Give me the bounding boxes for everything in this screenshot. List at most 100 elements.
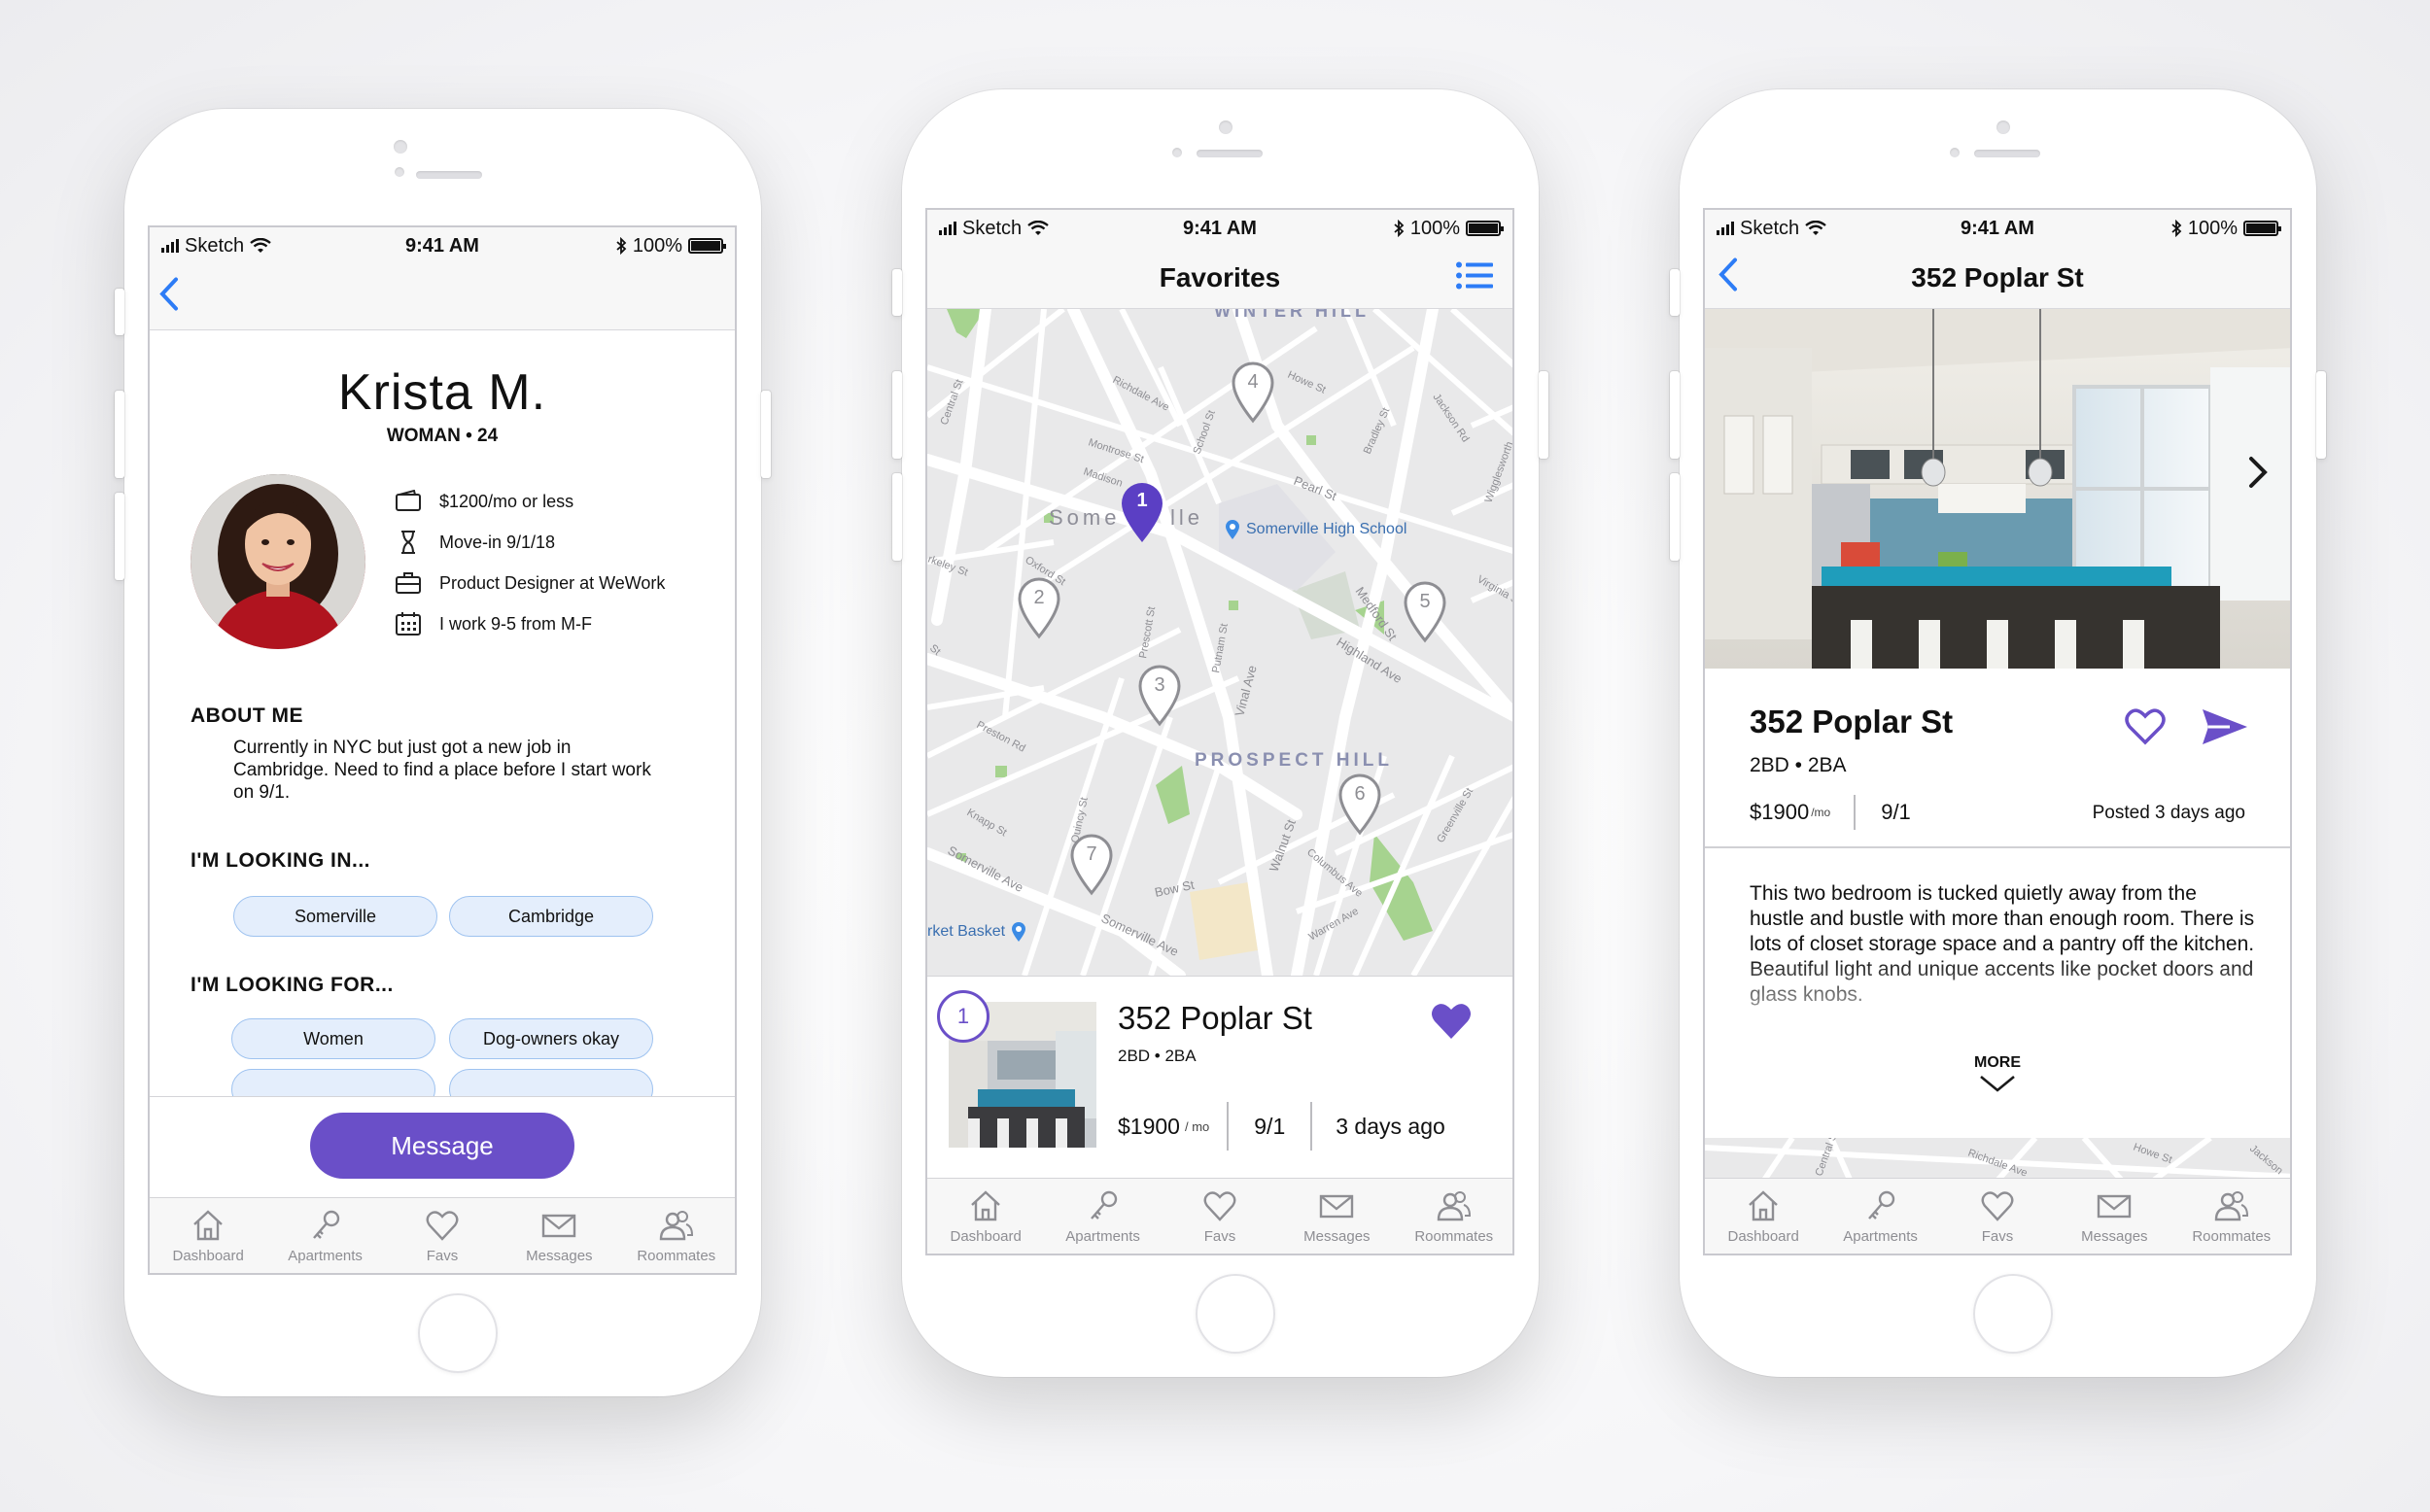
calendar-icon <box>396 612 421 636</box>
earpiece-speaker <box>1974 150 2040 157</box>
chip-dog-owners[interactable]: Dog-owners okay <box>449 1018 653 1059</box>
map-pin-6[interactable]: 6 <box>1336 773 1383 836</box>
home-button[interactable] <box>1196 1274 1275 1354</box>
map-pin-2[interactable]: 2 <box>1016 577 1062 639</box>
favorite-button[interactable] <box>1429 1000 1474 1046</box>
tab-favs[interactable]: Favs <box>389 1207 496 1264</box>
status-time: 9:41 AM <box>405 234 479 257</box>
tab-apartments[interactable]: Apartments <box>1827 1187 1934 1245</box>
page-title: Favorites <box>1159 261 1281 292</box>
phone-favorites: Sketch 9:41 AM 100% Favorites Central St… <box>892 89 1548 1377</box>
poi-market-basket[interactable]: rket Basket <box>927 921 1026 943</box>
listing-divider <box>1854 795 1857 830</box>
signal-icon <box>161 239 179 253</box>
pin-2-label: 2 <box>1033 587 1045 608</box>
tab-messages[interactable]: Messages <box>1283 1187 1390 1245</box>
tab-favs[interactable]: Favs <box>1166 1187 1273 1245</box>
volume-down-button <box>115 493 124 580</box>
tab-apartments[interactable]: Apartments <box>1050 1187 1157 1245</box>
tab-roommates[interactable]: Roommates <box>623 1207 730 1264</box>
power-button <box>1539 371 1548 459</box>
message-button[interactable]: Message <box>310 1113 574 1179</box>
listing-card[interactable]: 1 352 Poplar St 2BD • 2BA $1900 / mo 9/1… <box>927 976 1512 1178</box>
tab-messages[interactable]: Messages <box>505 1207 612 1264</box>
favorites-screen: Sketch 9:41 AM 100% Favorites Central St… <box>925 208 1514 1255</box>
battery-icon <box>2242 221 2281 236</box>
tab-dashboard[interactable]: Dashboard <box>155 1207 261 1264</box>
carrier-label: Sketch <box>185 234 245 257</box>
envelope-icon <box>542 1214 576 1238</box>
tab-apartments-label: Apartments <box>1065 1228 1140 1245</box>
chip-cambridge[interactable]: Cambridge <box>449 896 653 937</box>
listing-posted: Posted 3 days ago <box>2092 803 2245 823</box>
map-pin-4[interactable]: 4 <box>1230 361 1276 424</box>
tab-favs[interactable]: Favs <box>1944 1187 2051 1245</box>
chip-women[interactable]: Women <box>231 1018 435 1059</box>
power-button <box>761 391 771 478</box>
detail-job: Product Designer at WeWork <box>395 563 725 603</box>
detail-budget: $1200/mo or less <box>395 481 725 522</box>
front-camera <box>1219 120 1232 134</box>
pin-1-label: 1 <box>1136 490 1148 511</box>
list-icon <box>1456 261 1493 289</box>
listing-photo[interactable] <box>1705 309 2290 669</box>
location-pin-icon <box>1012 922 1026 942</box>
earpiece-speaker <box>1197 150 1263 157</box>
map-pin-5[interactable]: 5 <box>1402 581 1448 643</box>
poi-high-school-label: Somerville High School <box>1246 521 1407 537</box>
chip-partial-2[interactable] <box>449 1069 653 1098</box>
sensor <box>1950 148 1960 157</box>
back-button[interactable] <box>1717 257 1740 298</box>
tab-apartments[interactable]: Apartments <box>272 1207 379 1264</box>
home-button[interactable] <box>418 1293 498 1373</box>
people-icon <box>659 1211 693 1241</box>
page-title: 352 Poplar St <box>1911 261 2084 292</box>
detail-budget-text: $1200/mo or less <box>439 491 574 511</box>
tab-dashboard[interactable]: Dashboard <box>1710 1187 1817 1245</box>
poi-high-school[interactable]: Somerville High School <box>1225 519 1406 540</box>
chip-somerville[interactable]: Somerville <box>233 896 437 937</box>
tab-apartments-label: Apartments <box>1843 1228 1918 1245</box>
home-icon <box>971 1190 1001 1221</box>
save-favorite-button[interactable] <box>2123 705 2168 751</box>
phone-listing: Sketch 9:41 AM 100% 352 Poplar St 352 Po… <box>1670 89 2326 1377</box>
poi-market-label: rket Basket <box>927 923 1006 940</box>
tab-roommates[interactable]: Roommates <box>2178 1187 2285 1245</box>
more-button[interactable]: MORE <box>1705 1054 2290 1093</box>
mute-switch <box>1670 269 1680 316</box>
next-photo-button[interactable] <box>2247 455 2269 495</box>
listing-price-unit: /mo <box>1811 806 1831 819</box>
list-view-button[interactable] <box>1456 260 1493 294</box>
tab-roommates[interactable]: Roommates <box>1401 1187 1508 1245</box>
status-time: 9:41 AM <box>1183 217 1257 239</box>
tab-bar: Dashboard Apartments Favs Messages Roomm… <box>150 1197 735 1273</box>
map-pin-3[interactable]: 3 <box>1136 665 1183 727</box>
listing-address: 352 Poplar St <box>1750 704 1954 739</box>
map[interactable]: Central St Richdale Ave Montrose St Madi… <box>927 309 1512 976</box>
about-text: Currently in NYC but just got a new job … <box>233 738 651 803</box>
map-pin-7[interactable]: 7 <box>1068 834 1115 896</box>
tab-dashboard[interactable]: Dashboard <box>932 1187 1039 1245</box>
tab-messages-label: Messages <box>1303 1228 1371 1245</box>
chip-partial-1[interactable] <box>231 1069 435 1098</box>
phone-profile: Sketch 9:41 AM 100% Krista M. WOMAN • 24 <box>115 109 771 1396</box>
tab-favs-label: Favs <box>426 1248 459 1264</box>
card-price-unit: / mo <box>1184 1118 1210 1134</box>
heart-icon <box>426 1211 459 1241</box>
listing-specs: 2BD • 2BA <box>1750 754 1847 776</box>
location-pin-icon <box>1226 520 1239 539</box>
share-button[interactable] <box>2201 707 2249 751</box>
status-time: 9:41 AM <box>1961 217 2034 239</box>
listing-map-preview[interactable]: Central St Richdale Ave Howe St Jackson <box>1705 1138 2290 1182</box>
volume-down-button <box>892 473 902 561</box>
signal-icon <box>1717 222 1734 235</box>
tab-roommates-label: Roommates <box>2192 1228 2272 1245</box>
home-button[interactable] <box>1973 1274 2053 1354</box>
listing-move-in: 9/1 <box>1881 800 1911 824</box>
card-move-in: 9/1 <box>1254 1113 1286 1139</box>
back-button[interactable] <box>157 276 181 318</box>
tab-messages[interactable]: Messages <box>2061 1187 2168 1245</box>
avatar <box>191 474 365 649</box>
map-pin-1[interactable]: 1 <box>1118 482 1166 544</box>
battery-percent: 100% <box>632 234 682 257</box>
